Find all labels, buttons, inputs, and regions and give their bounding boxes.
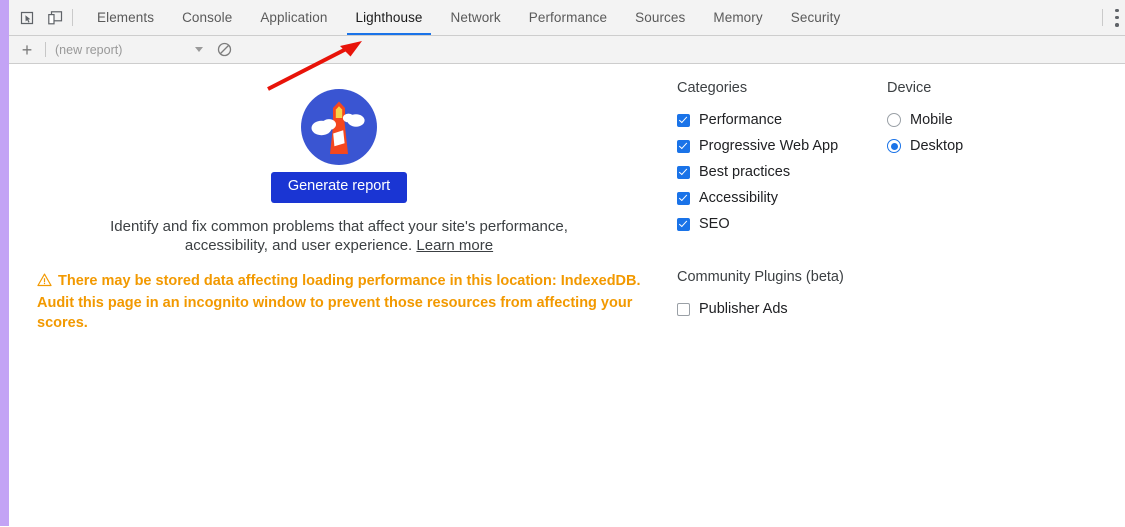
learn-more-link[interactable]: Learn more xyxy=(416,237,493,254)
tab-security-label: Security xyxy=(790,10,841,25)
tab-memory-label: Memory xyxy=(713,10,763,25)
tab-elements[interactable]: Elements xyxy=(83,0,168,35)
settings-categories-column: Categories Performance Progressive Web A… xyxy=(677,80,887,322)
inspect-cursor-glyph xyxy=(20,11,34,24)
checkbox-best-practices[interactable] xyxy=(677,165,690,179)
tab-application-label: Application xyxy=(260,10,328,25)
category-accessibility-label: Accessibility xyxy=(699,189,778,206)
subtitle-line-2: accessibility, and user experience. xyxy=(184,236,413,254)
no-entry-clear-glyph xyxy=(217,42,231,57)
action-bar-divider xyxy=(45,42,46,57)
checkbox-accessibility[interactable] xyxy=(677,191,690,205)
tab-application[interactable]: Application xyxy=(246,0,341,35)
settings-device-column: Device Mobile Desktop xyxy=(887,80,1087,322)
tab-lighthouse[interactable]: Lighthouse xyxy=(341,0,436,35)
tab-network-label: Network xyxy=(450,10,501,25)
report-select[interactable]: (new report) xyxy=(55,43,215,57)
kebab-dot xyxy=(1115,8,1119,12)
checkbox-performance[interactable] xyxy=(677,113,690,127)
devtools-tabs: Elements Console Application Lighthouse … xyxy=(83,0,1102,35)
generate-report-button[interactable]: Generate report xyxy=(270,172,408,203)
category-seo-label: SEO xyxy=(699,215,730,232)
community-plugins-title: Community Plugins (beta) xyxy=(677,269,844,285)
tab-bar-divider xyxy=(72,9,73,26)
plugin-publisher-ads[interactable]: Publisher Ads xyxy=(677,296,887,322)
tab-console-label: Console xyxy=(182,10,233,25)
add-report-button[interactable]: + xyxy=(15,39,39,60)
category-progressive-web-app[interactable]: Progressive Web App xyxy=(677,133,887,159)
tab-security[interactable]: Security xyxy=(777,0,855,35)
tab-sources-label: Sources xyxy=(635,10,686,25)
tab-performance-label: Performance xyxy=(528,10,608,25)
lighthouse-logo-wrap xyxy=(9,64,669,166)
category-performance-label: Performance xyxy=(699,111,783,128)
category-best-practices-label: Best practices xyxy=(699,163,791,180)
inspect-cursor-icon[interactable] xyxy=(14,5,40,31)
lighthouse-start-view: Generate report Identify and fix common … xyxy=(9,64,669,333)
device-title: Device xyxy=(887,80,932,96)
category-seo[interactable]: SEO xyxy=(677,211,887,237)
checkbox-progressive-web-app[interactable] xyxy=(677,139,690,153)
tab-bar-left-icons xyxy=(9,0,83,35)
device-toolbar-icon[interactable] xyxy=(42,5,68,31)
radio-desktop[interactable] xyxy=(887,139,901,153)
tab-performance[interactable]: Performance xyxy=(515,0,621,35)
kebab-menu-icon[interactable] xyxy=(1111,8,1123,28)
lighthouse-action-bar: + (new report) xyxy=(9,36,1125,64)
devtools-tab-bar: Elements Console Application Lighthouse … xyxy=(9,0,1125,36)
stored-data-warning-text: There may be stored data affecting loadi… xyxy=(37,272,641,331)
no-entry-clear-icon[interactable] xyxy=(215,41,233,59)
radio-mobile[interactable] xyxy=(887,113,901,127)
category-progressive-web-app-label: Progressive Web App xyxy=(699,137,839,154)
tab-bar-right-divider xyxy=(1102,9,1103,26)
categories-title: Categories xyxy=(677,80,748,96)
tab-elements-label: Elements xyxy=(97,10,155,25)
chevron-down-icon xyxy=(195,47,203,52)
stored-data-warning: There may be stored data affecting loadi… xyxy=(37,271,667,333)
category-accessibility[interactable]: Accessibility xyxy=(677,185,887,211)
device-desktop[interactable]: Desktop xyxy=(887,133,1087,159)
tab-memory[interactable]: Memory xyxy=(699,0,776,35)
devtools-window: Elements Console Application Lighthouse … xyxy=(9,0,1125,527)
generate-report-row: Generate report xyxy=(9,172,669,203)
lighthouse-settings: Categories Performance Progressive Web A… xyxy=(677,64,1117,322)
category-best-practices[interactable]: Best practices xyxy=(677,159,887,185)
lighthouse-panel: Generate report Identify and fix common … xyxy=(9,64,1125,527)
tab-console[interactable]: Console xyxy=(168,0,246,35)
community-plugins-group: Community Plugins (beta) Publisher Ads xyxy=(677,269,887,322)
warning-triangle-glyph xyxy=(37,273,52,287)
checkbox-seo[interactable] xyxy=(677,217,690,231)
device-desktop-label: Desktop xyxy=(910,137,964,154)
device-mobile[interactable]: Mobile xyxy=(887,107,1087,133)
lighthouse-subtitle: Identify and fix common problems that af… xyxy=(69,217,609,255)
checkbox-publisher-ads[interactable] xyxy=(677,302,690,316)
report-select-value: (new report) xyxy=(55,42,123,57)
warning-triangle-icon xyxy=(37,273,52,293)
tab-network[interactable]: Network xyxy=(437,0,515,35)
plugin-publisher-ads-label: Publisher Ads xyxy=(699,300,788,317)
tab-lighthouse-label: Lighthouse xyxy=(355,10,423,25)
tab-sources[interactable]: Sources xyxy=(621,0,699,35)
page-left-accent-strip xyxy=(0,0,9,526)
subtitle-line-1: Identify and fix common problems that af… xyxy=(110,217,568,235)
device-toolbar-glyph xyxy=(47,10,62,24)
tab-bar-right-area xyxy=(1102,0,1125,35)
device-mobile-label: Mobile xyxy=(910,111,953,128)
kebab-dot xyxy=(1115,15,1119,20)
category-performance[interactable]: Performance xyxy=(677,107,887,133)
lighthouse-logo xyxy=(301,89,377,165)
kebab-dot xyxy=(1115,23,1119,27)
